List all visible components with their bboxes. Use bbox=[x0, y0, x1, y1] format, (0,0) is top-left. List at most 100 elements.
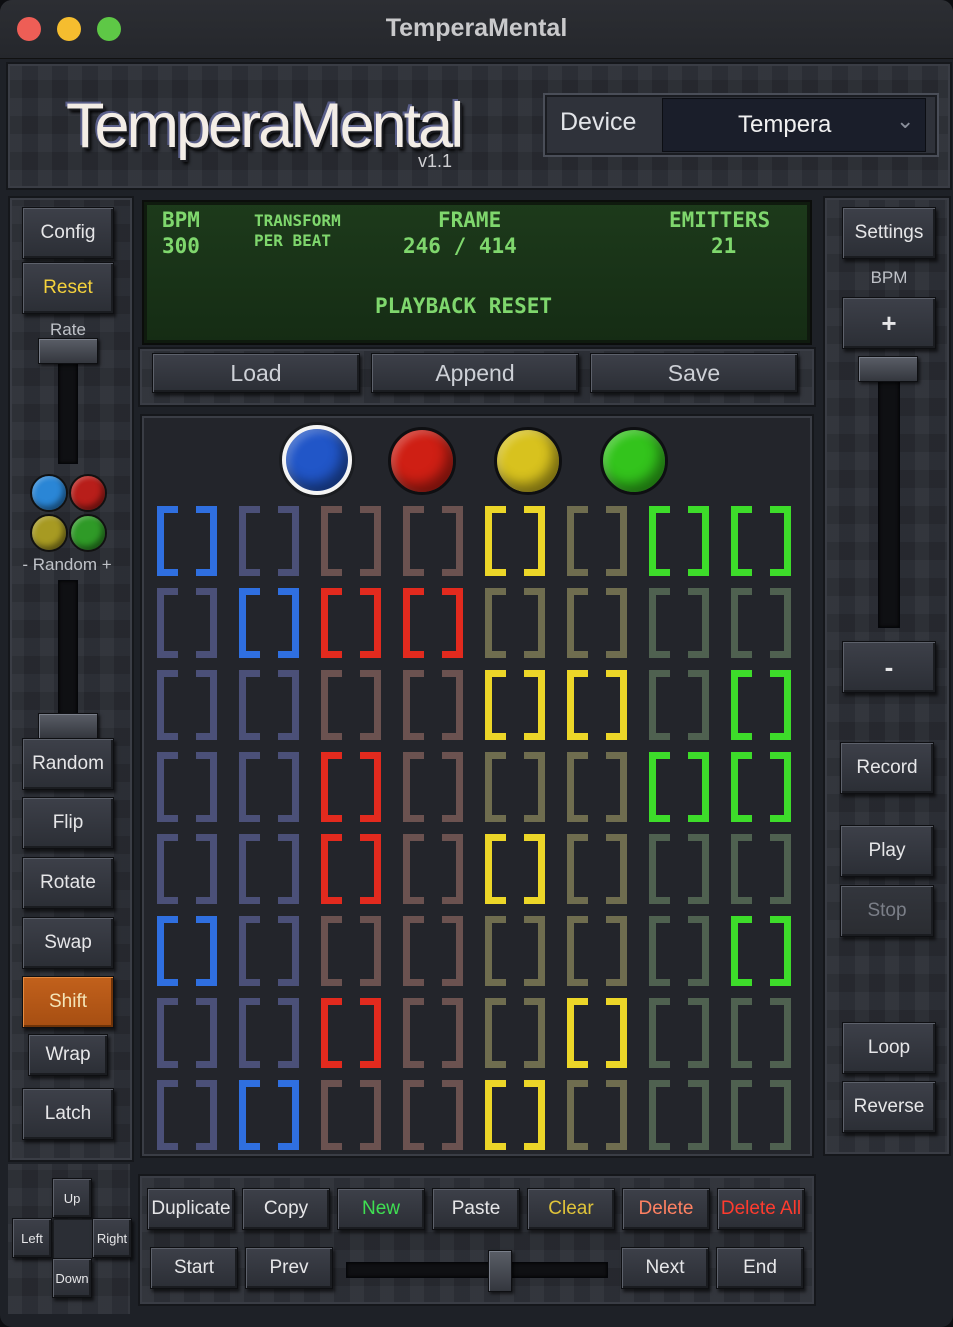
bpm-decrease-button[interactable]: - bbox=[842, 641, 936, 693]
grid-cell[interactable] bbox=[482, 1076, 550, 1150]
bpm-slider-handle[interactable] bbox=[858, 356, 918, 382]
prev-button[interactable]: Prev bbox=[245, 1247, 333, 1289]
nav-down-button[interactable]: Down bbox=[52, 1258, 92, 1298]
new-button[interactable]: New bbox=[337, 1188, 425, 1230]
settings-button[interactable]: Settings bbox=[842, 207, 936, 259]
bpm-increase-button[interactable]: + bbox=[842, 297, 936, 349]
grid-cell[interactable] bbox=[482, 584, 550, 658]
grid-cell[interactable] bbox=[236, 912, 304, 986]
random-button[interactable]: Random bbox=[22, 738, 114, 790]
grid-cell[interactable] bbox=[646, 748, 714, 822]
rate-slider-handle[interactable] bbox=[38, 338, 98, 364]
grid-cell[interactable] bbox=[564, 912, 632, 986]
grid-cell[interactable] bbox=[154, 1076, 222, 1150]
append-button[interactable]: Append bbox=[371, 353, 579, 393]
grid-cell[interactable] bbox=[646, 666, 714, 740]
emitter-green-button[interactable] bbox=[600, 427, 668, 495]
loop-button[interactable]: Loop bbox=[842, 1022, 936, 1074]
grid-cell[interactable] bbox=[646, 1076, 714, 1150]
grid-cell[interactable] bbox=[564, 502, 632, 576]
delete-all-button[interactable]: Delete All bbox=[717, 1188, 805, 1230]
grid-cell[interactable] bbox=[318, 584, 386, 658]
grid-cell[interactable] bbox=[400, 666, 468, 740]
grid-cell[interactable] bbox=[236, 666, 304, 740]
reset-button[interactable]: Reset bbox=[22, 262, 114, 314]
grid-cell[interactable] bbox=[728, 1076, 796, 1150]
config-button[interactable]: Config bbox=[22, 207, 114, 259]
wrap-button[interactable]: Wrap bbox=[28, 1034, 108, 1076]
grid-cell[interactable] bbox=[646, 830, 714, 904]
grid-cell[interactable] bbox=[154, 830, 222, 904]
emitter-red-button[interactable] bbox=[388, 427, 456, 495]
emitter-blue-button[interactable] bbox=[282, 425, 352, 495]
grid-cell[interactable] bbox=[728, 584, 796, 658]
grid-cell[interactable] bbox=[646, 502, 714, 576]
frame-slider[interactable] bbox=[346, 1262, 608, 1278]
grid-cell[interactable] bbox=[564, 666, 632, 740]
grid-cell[interactable] bbox=[646, 912, 714, 986]
grid-cell[interactable] bbox=[318, 1076, 386, 1150]
grid-cell[interactable] bbox=[728, 502, 796, 576]
grid-cell[interactable] bbox=[728, 830, 796, 904]
grid-cell[interactable] bbox=[154, 748, 222, 822]
next-button[interactable]: Next bbox=[621, 1247, 709, 1289]
grid-cell[interactable] bbox=[646, 584, 714, 658]
grid-cell[interactable] bbox=[728, 912, 796, 986]
grid-cell[interactable] bbox=[318, 666, 386, 740]
grid-cell[interactable] bbox=[564, 830, 632, 904]
frame-slider-handle[interactable] bbox=[488, 1250, 513, 1292]
grid-cell[interactable] bbox=[318, 994, 386, 1068]
grid-cell[interactable] bbox=[564, 584, 632, 658]
nav-left-button[interactable]: Left bbox=[12, 1218, 52, 1258]
grid-cell[interactable] bbox=[482, 666, 550, 740]
shift-button[interactable]: Shift bbox=[22, 976, 114, 1028]
grid-cell[interactable] bbox=[400, 748, 468, 822]
grid-cell[interactable] bbox=[318, 502, 386, 576]
grid-cell[interactable] bbox=[482, 912, 550, 986]
rotate-button[interactable]: Rotate bbox=[22, 857, 114, 909]
grid-cell[interactable] bbox=[564, 994, 632, 1068]
save-button[interactable]: Save bbox=[590, 353, 798, 393]
chevron-down-icon[interactable]: ⌄ bbox=[896, 108, 914, 134]
load-button[interactable]: Load bbox=[152, 353, 360, 393]
swap-button[interactable]: Swap bbox=[22, 917, 114, 969]
stop-button[interactable]: Stop bbox=[840, 885, 934, 937]
grid-cell[interactable] bbox=[318, 912, 386, 986]
grid-cell[interactable] bbox=[400, 912, 468, 986]
grid-cell[interactable] bbox=[564, 1076, 632, 1150]
nav-right-button[interactable]: Right bbox=[92, 1218, 132, 1258]
reverse-button[interactable]: Reverse bbox=[842, 1081, 936, 1133]
random-yellow-dot[interactable] bbox=[30, 514, 68, 552]
emitter-yellow-button[interactable] bbox=[494, 427, 562, 495]
random-blue-dot[interactable] bbox=[30, 474, 68, 512]
start-button[interactable]: Start bbox=[150, 1247, 238, 1289]
grid-cell[interactable] bbox=[236, 830, 304, 904]
grid-cell[interactable] bbox=[236, 1076, 304, 1150]
grid-cell[interactable] bbox=[154, 584, 222, 658]
grid-cell[interactable] bbox=[154, 502, 222, 576]
delete-button[interactable]: Delete bbox=[622, 1188, 710, 1230]
nav-up-button[interactable]: Up bbox=[52, 1178, 92, 1218]
grid-cell[interactable] bbox=[236, 584, 304, 658]
flip-button[interactable]: Flip bbox=[22, 797, 114, 849]
rate-slider[interactable] bbox=[58, 350, 78, 464]
bpm-slider[interactable] bbox=[878, 368, 900, 628]
grid-cell[interactable] bbox=[564, 748, 632, 822]
grid-cell[interactable] bbox=[728, 994, 796, 1068]
random-slider-handle[interactable] bbox=[38, 713, 98, 739]
grid-cell[interactable] bbox=[154, 666, 222, 740]
grid-cell[interactable] bbox=[318, 830, 386, 904]
random-green-dot[interactable] bbox=[69, 514, 107, 552]
random-red-dot[interactable] bbox=[69, 474, 107, 512]
end-button[interactable]: End bbox=[716, 1247, 804, 1289]
grid-cell[interactable] bbox=[400, 1076, 468, 1150]
record-button[interactable]: Record bbox=[840, 742, 934, 794]
grid-cell[interactable] bbox=[236, 994, 304, 1068]
latch-button[interactable]: Latch bbox=[22, 1088, 114, 1140]
grid-cell[interactable] bbox=[728, 666, 796, 740]
grid-cell[interactable] bbox=[482, 502, 550, 576]
grid-cell[interactable] bbox=[400, 584, 468, 658]
grid-cell[interactable] bbox=[728, 748, 796, 822]
grid-cell[interactable] bbox=[482, 748, 550, 822]
duplicate-button[interactable]: Duplicate bbox=[147, 1188, 235, 1230]
